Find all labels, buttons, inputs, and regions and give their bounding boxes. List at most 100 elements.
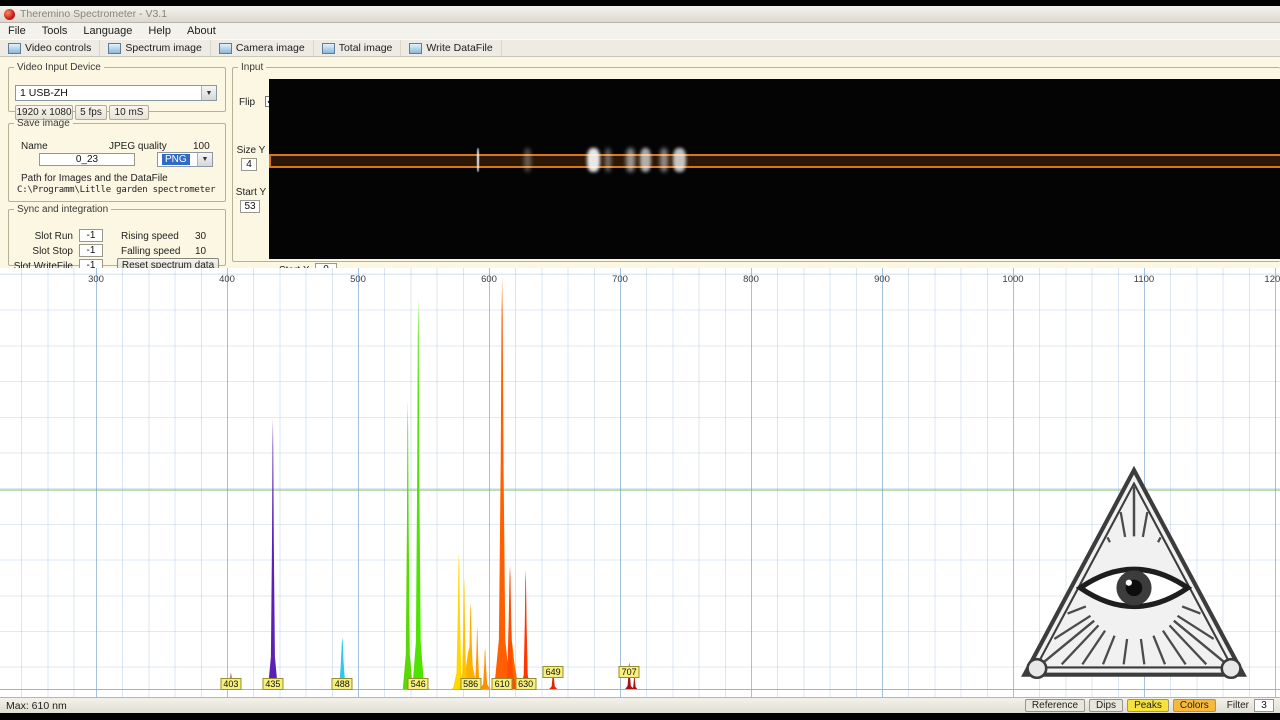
status-max-label: Max: 610 nm xyxy=(6,700,67,712)
menubar: FileToolsLanguageHelpAbout xyxy=(0,23,1280,39)
jpeg-quality-label: JPEG quality xyxy=(109,141,167,152)
dropdown-arrow-icon[interactable] xyxy=(201,86,216,100)
video-device-select[interactable]: 1 USB-ZH xyxy=(15,85,217,101)
rising-speed-label: Rising speed xyxy=(121,231,179,242)
name-label: Name xyxy=(21,141,48,152)
peak-label-403: 403 xyxy=(220,678,241,690)
filter-value-box[interactable]: 3 xyxy=(1254,699,1274,712)
image-format-select[interactable]: PNG xyxy=(157,152,213,167)
x-tick-700: 700 xyxy=(612,274,628,285)
size-y-input[interactable]: 4 xyxy=(241,158,257,171)
toolbar-video-controls[interactable]: Video controls xyxy=(0,40,100,56)
toolbar-write-datafile[interactable]: Write DataFile xyxy=(401,40,501,56)
sync-group-title: Sync and integration xyxy=(14,204,111,215)
toolbar-label: Camera image xyxy=(236,42,305,54)
pyramid-eye-watermark xyxy=(1014,466,1254,685)
x-tick-900: 900 xyxy=(874,274,890,285)
input-group-title: Input xyxy=(238,62,266,73)
slot-run-input[interactable]: -1 xyxy=(79,229,103,242)
menu-language[interactable]: Language xyxy=(75,24,140,38)
letterbox-bottom xyxy=(0,713,1280,720)
jpeg-quality-value[interactable]: 100 xyxy=(193,141,210,152)
save-image-group-title: Save image xyxy=(14,118,73,129)
toolbar: Video controls Spectrum image Camera image… xyxy=(0,39,1280,57)
video-input-group: Video Input Device 1 USB-ZH 1920 x 1080 … xyxy=(8,62,226,112)
status-button-peaks[interactable]: Peaks xyxy=(1127,699,1169,712)
x-tick-500: 500 xyxy=(350,274,366,285)
scroll-left xyxy=(1028,659,1047,678)
capture-band[interactable] xyxy=(269,154,1280,168)
spectrum-image-icon xyxy=(108,43,121,54)
x-tick-1000: 1000 xyxy=(1002,274,1023,285)
toolbar-spectrum-image[interactable]: Spectrum image xyxy=(100,40,210,56)
spectrum-line-segment xyxy=(477,148,479,172)
x-tick-600: 600 xyxy=(481,274,497,285)
scroll-right xyxy=(1222,659,1241,678)
rising-speed-value[interactable]: 30 xyxy=(195,231,206,242)
total-image-icon xyxy=(322,43,335,54)
image-format-value: PNG xyxy=(162,154,190,165)
spectrum-line-segment xyxy=(587,148,600,172)
video-device-value: 1 USB-ZH xyxy=(20,87,68,99)
spectrum-line-segment xyxy=(640,148,651,172)
status-button-colors[interactable]: Colors xyxy=(1173,699,1216,712)
camera-image-icon xyxy=(219,43,232,54)
image-name-input[interactable]: 0_23 xyxy=(39,153,135,166)
filter-label: Filter xyxy=(1227,700,1249,711)
dropdown-arrow-icon[interactable] xyxy=(197,153,212,166)
start-y-input[interactable]: 53 xyxy=(240,200,260,213)
x-tick-1200: 1200 xyxy=(1264,274,1280,285)
camera-preview[interactable] xyxy=(269,79,1280,259)
slot-stop-input[interactable]: -1 xyxy=(79,244,103,257)
spectrum-peak-546 xyxy=(412,298,424,689)
toolbar-camera-image[interactable]: Camera image xyxy=(211,40,314,56)
peak-label-707: 707 xyxy=(619,666,640,678)
menu-tools[interactable]: Tools xyxy=(34,24,76,38)
app-icon xyxy=(4,9,15,20)
titlebar: Theremino Spectrometer - V3.1 xyxy=(0,6,1280,23)
write-datafile-icon xyxy=(409,43,422,54)
menu-help[interactable]: Help xyxy=(140,24,179,38)
peak-label-630: 630 xyxy=(515,678,536,690)
x-tick-300: 300 xyxy=(88,274,104,285)
menu-file[interactable]: File xyxy=(0,24,34,38)
spectrum-line-segment xyxy=(605,148,611,172)
x-tick-1100: 1100 xyxy=(1134,274,1154,285)
status-buttons: Reference Dips Peaks Colors xyxy=(1025,699,1216,712)
control-panel: Video Input Device 1 USB-ZH 1920 x 1080 … xyxy=(0,57,1280,268)
video-controls-icon xyxy=(8,43,21,54)
falling-speed-label: Falling speed xyxy=(121,246,180,257)
x-tick-800: 800 xyxy=(743,274,759,285)
statusbar: Max: 610 nm Reference Dips Peaks Colors Fil… xyxy=(0,697,1280,713)
status-controls: Reference Dips Peaks Colors Filter 3 xyxy=(1025,699,1274,712)
spectrum-peak-610 xyxy=(494,277,510,689)
spectrum-chart[interactable]: 3004005006007008009001000110012004034354… xyxy=(0,268,1280,697)
flip-label: Flip xyxy=(239,97,255,108)
peak-label-610: 610 xyxy=(492,678,513,690)
spectrum-line-segment xyxy=(524,148,531,172)
status-button-dips[interactable]: Dips xyxy=(1089,699,1123,712)
spectrum-peak-538 xyxy=(403,401,413,689)
spectrum-line-segment xyxy=(673,148,686,172)
toolbar-label: Video controls xyxy=(25,42,91,54)
input-group: Input Flip Size Y 4 Start Y 53 Start X 0 xyxy=(232,62,1280,262)
peak-label-546: 546 xyxy=(408,678,429,690)
peak-label-488: 488 xyxy=(332,678,353,690)
status-button-reference[interactable]: Reference xyxy=(1025,699,1085,712)
size-y-label: Size Y xyxy=(235,145,267,156)
toolbar-label: Write DataFile xyxy=(426,42,492,54)
eye-highlight xyxy=(1126,580,1132,586)
window-title: Theremino Spectrometer - V3.1 xyxy=(20,8,167,20)
spectrum-line-segment xyxy=(626,148,635,172)
toolbar-total-image[interactable]: Total image xyxy=(314,40,402,56)
path-value: C:\Programm\Litlle garden spectrometer xyxy=(17,185,215,195)
sync-integration-group: Sync and integration Slot Run -1 Rising … xyxy=(8,204,226,266)
start-y-label: Start Y xyxy=(233,187,269,198)
screen: Theremino Spectrometer - V3.1 FileToolsL… xyxy=(0,0,1280,720)
falling-speed-value[interactable]: 10 xyxy=(195,246,206,257)
toolbar-label: Spectrum image xyxy=(125,42,201,54)
menu-about[interactable]: About xyxy=(179,24,224,38)
x-tick-400: 400 xyxy=(219,274,235,285)
toolbar-label: Total image xyxy=(339,42,393,54)
spectrum-peak-628 xyxy=(521,570,531,690)
